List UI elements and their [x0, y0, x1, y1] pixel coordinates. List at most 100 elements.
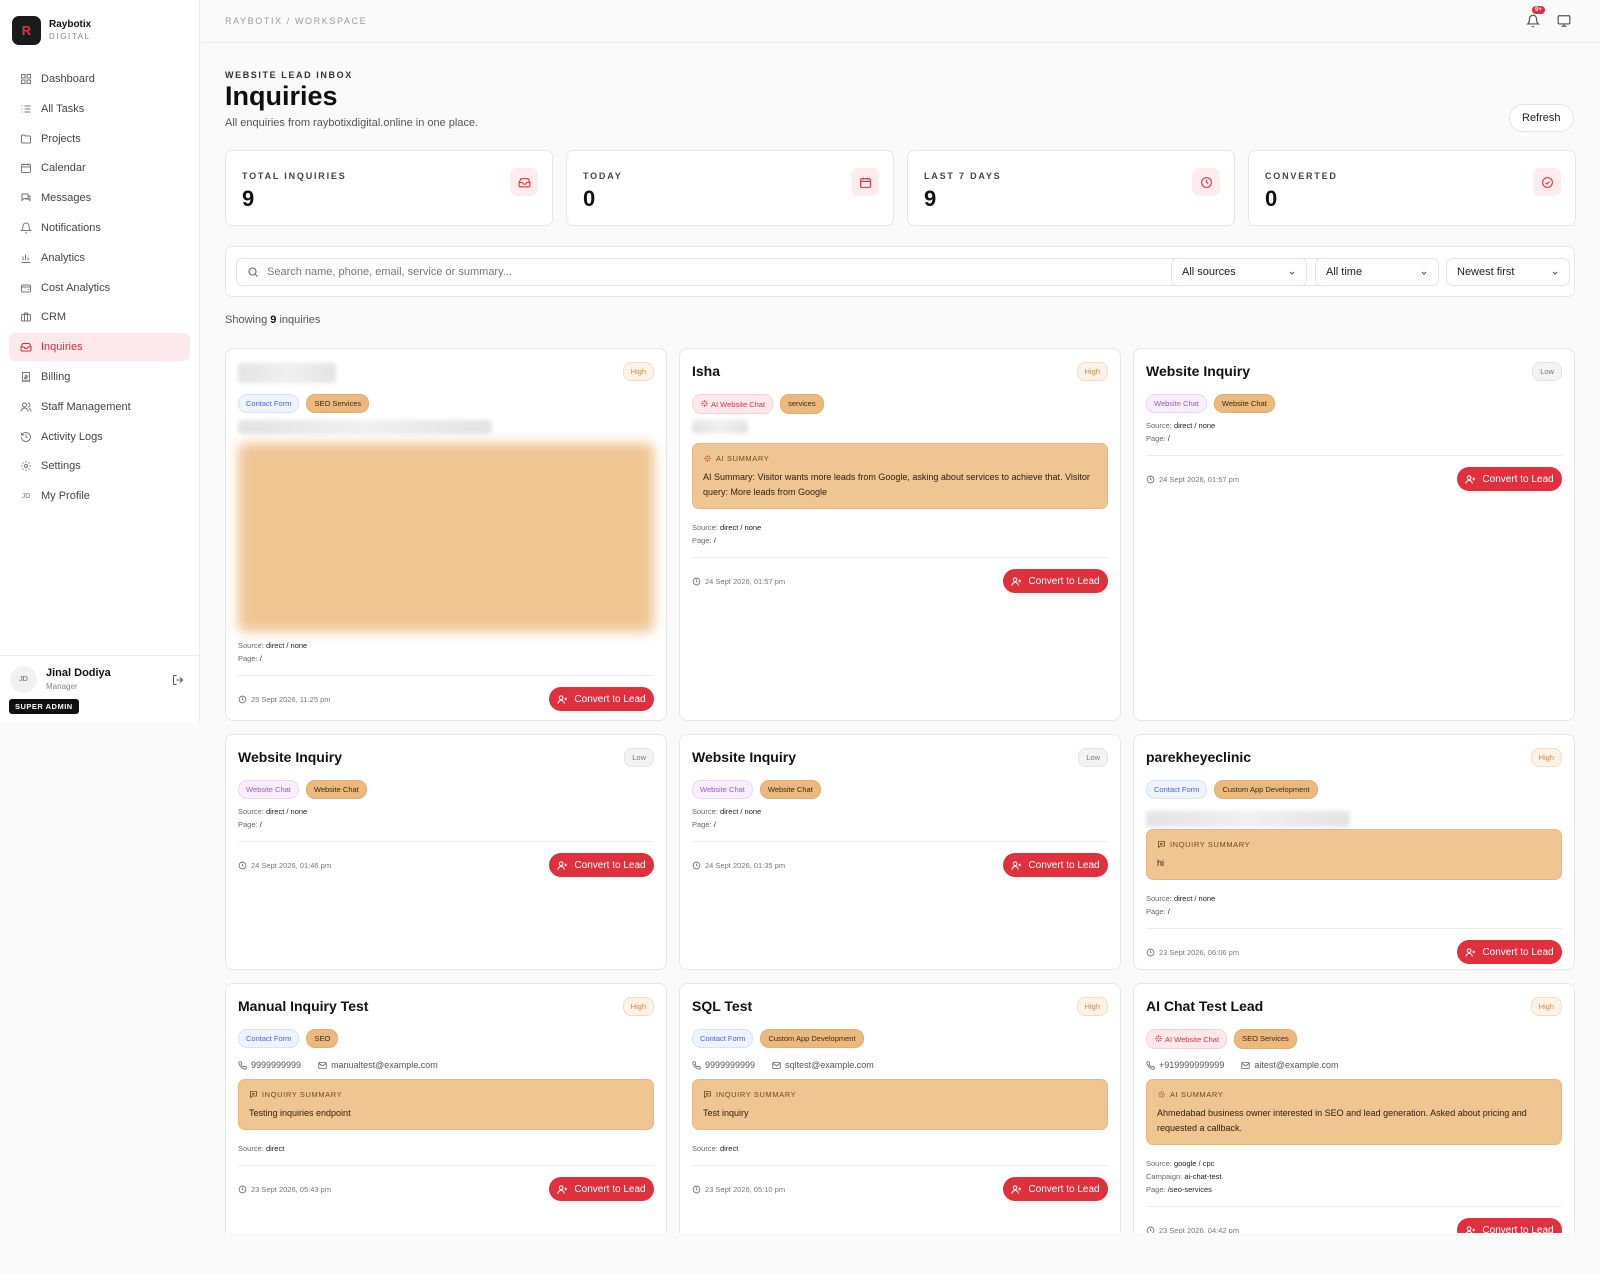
inquiry-card[interactable]: Website Inquiry Low Website Chat Website Ch…	[1133, 348, 1575, 721]
user-plus-icon	[1011, 576, 1022, 587]
sidebar-item-notifications[interactable]: Notifications	[9, 214, 190, 242]
source-value: direct / none	[265, 807, 308, 816]
email-info[interactable]: aitest@example.com	[1241, 1060, 1339, 1070]
inquiry-card[interactable]: Isha High AI Website Chat services AI SUMMAR…	[679, 348, 1121, 721]
user-plus-icon	[1465, 474, 1476, 485]
inquiry-card[interactable]: Manual Inquiry Test High Contact Form SEO 99…	[225, 983, 667, 1233]
inquiry-card[interactable]: High Contact Form SEO Services Source: dire…	[225, 348, 667, 721]
source-value: direct / none	[265, 641, 308, 650]
time-select[interactable]: All time	[1315, 258, 1439, 286]
briefcase-icon	[20, 311, 32, 323]
inquiry-name: Isha	[692, 363, 721, 379]
divider	[238, 841, 654, 842]
sidebar-item-analytics[interactable]: Analytics	[9, 244, 190, 272]
sidebar-item-messages[interactable]: Messages	[9, 184, 190, 212]
topbar: RAYBOTIX / WORKSPACE 9+	[201, 0, 1600, 43]
sidebar-item-crm[interactable]: CRM	[9, 303, 190, 331]
convert-to-lead-button[interactable]: Convert to Lead	[1003, 1177, 1108, 1201]
sidebar-item-activity-logs[interactable]: Activity Logs	[9, 423, 190, 451]
source-value: direct / none	[1173, 421, 1216, 430]
date-text: 24 Sept 2026, 01:35 pm	[705, 861, 786, 870]
mail-icon	[1241, 1061, 1250, 1070]
sidebar-item-projects[interactable]: Projects	[9, 125, 190, 153]
avatar[interactable]: JD	[10, 666, 37, 693]
page-value: /	[259, 654, 262, 663]
email-info[interactable]: sqltest@example.com	[772, 1060, 874, 1070]
summary-header: AI SUMMARY	[1157, 1090, 1223, 1099]
sidebar-item-cost-analytics[interactable]: Cost Analytics	[9, 274, 190, 302]
inquiry-card[interactable]: SQL Test High Contact Form Custom App Devel…	[679, 983, 1121, 1233]
convert-label: Convert to Lead	[1028, 575, 1100, 587]
source-tag: Contact Form	[692, 1029, 754, 1048]
date-text: 25 Sept 2026, 11:25 pm	[251, 695, 331, 704]
role-badge: SUPER ADMIN	[9, 699, 79, 714]
source-tag: Custom App Development	[1214, 780, 1318, 799]
phone-info[interactable]: +919999999999	[1146, 1060, 1224, 1070]
brand-logo: R	[12, 16, 41, 45]
convert-label: Convert to Lead	[574, 1183, 646, 1195]
redacted-contact	[1146, 811, 1350, 827]
source-select[interactable]: All sources	[1171, 258, 1307, 286]
sidebar-item-all-tasks[interactable]: All Tasks	[9, 95, 190, 123]
page-line: Page: /	[692, 536, 716, 545]
inquiry-name: Website Inquiry	[238, 749, 342, 765]
convert-to-lead-button[interactable]: Convert to Lead	[1457, 1218, 1562, 1233]
user-role: Manager	[46, 682, 78, 691]
bell-icon[interactable]	[1526, 14, 1540, 28]
monitor-icon[interactable]	[1557, 14, 1571, 28]
clock-icon	[1146, 475, 1155, 484]
convert-to-lead-button[interactable]: Convert to Lead	[1457, 940, 1562, 964]
sidebar-item-label: Inquiries	[41, 341, 83, 354]
sidebar-item-label: Analytics	[41, 251, 86, 264]
summary-header: INQUIRY SUMMARY	[703, 1090, 796, 1099]
phone-info[interactable]: 9999999999	[238, 1060, 301, 1070]
email-info[interactable]: manualtest@example.com	[318, 1060, 438, 1070]
convert-to-lead-button[interactable]: Convert to Lead	[549, 853, 654, 877]
stat-label: TODAY	[583, 171, 623, 181]
sort-select[interactable]: Newest first	[1446, 258, 1570, 286]
convert-to-lead-button[interactable]: Convert to Lead	[1003, 853, 1108, 877]
convert-to-lead-button[interactable]: Convert to Lead	[549, 1177, 654, 1201]
clock-icon	[238, 695, 247, 704]
sidebar-item-label: Projects	[41, 132, 81, 145]
inquiry-card[interactable]: Website Inquiry Low Website Chat Website Ch…	[679, 734, 1121, 970]
source-tag: Website Chat	[305, 780, 367, 799]
source-tag: Website Chat	[238, 780, 299, 799]
user-plus-icon	[557, 860, 568, 871]
convert-to-lead-button[interactable]: Convert to Lead	[1003, 569, 1108, 593]
tag-label: Website Chat	[767, 785, 813, 794]
inquiry-card[interactable]: AI Chat Test Lead High AI Website Chat SEO …	[1133, 983, 1575, 1233]
sidebar-item-inquiries[interactable]: Inquiries	[9, 333, 190, 362]
inquiry-card[interactable]: parekheyeclinic High Contact Form Custom Ap…	[1133, 734, 1575, 970]
divider	[1146, 455, 1562, 456]
message-icon	[249, 1090, 258, 1099]
source-meta: Source: direct / none Page: /	[238, 805, 307, 831]
inbox-icon	[510, 168, 538, 196]
clock-icon	[238, 861, 247, 870]
source-meta: Source: direct	[692, 1142, 738, 1155]
sidebar-item-calendar[interactable]: Calendar	[9, 154, 190, 182]
refresh-button[interactable]: Refresh	[1509, 104, 1574, 132]
sidebar-item-settings[interactable]: Settings	[9, 452, 190, 480]
divider	[238, 1165, 654, 1166]
sidebar-item-billing[interactable]: Billing	[9, 363, 190, 391]
brand[interactable]: R Raybotix DIGITAL	[12, 16, 91, 45]
inquiry-card[interactable]: Website Inquiry Low Website Chat Website Ch…	[225, 734, 667, 970]
sidebar-item-staff-management[interactable]: Staff Management	[9, 393, 190, 421]
inquiry-date: 25 Sept 2026, 11:25 pm	[238, 695, 331, 704]
sidebar-item-my-profile[interactable]: JD My Profile	[9, 482, 190, 510]
convert-to-lead-button[interactable]: Convert to Lead	[1457, 467, 1562, 491]
summary-header: INQUIRY SUMMARY	[1157, 840, 1250, 849]
phone-info[interactable]: 9999999999	[692, 1060, 755, 1070]
summary-text: hi	[1157, 858, 1165, 868]
tag-list: Website Chat Website Chat	[1146, 394, 1275, 413]
source-tag: AI Website Chat	[1146, 1029, 1228, 1049]
search-placeholder: Search name, phone, email, service or su…	[267, 266, 512, 278]
logout-icon[interactable]	[172, 674, 184, 686]
summary-header: AI SUMMARY	[703, 454, 769, 463]
gear-icon	[20, 460, 32, 472]
sidebar-item-dashboard[interactable]: Dashboard	[9, 65, 190, 93]
convert-to-lead-button[interactable]: Convert to Lead	[549, 687, 654, 711]
folder-icon	[20, 133, 32, 145]
sidebar-item-label: Billing	[41, 370, 71, 383]
